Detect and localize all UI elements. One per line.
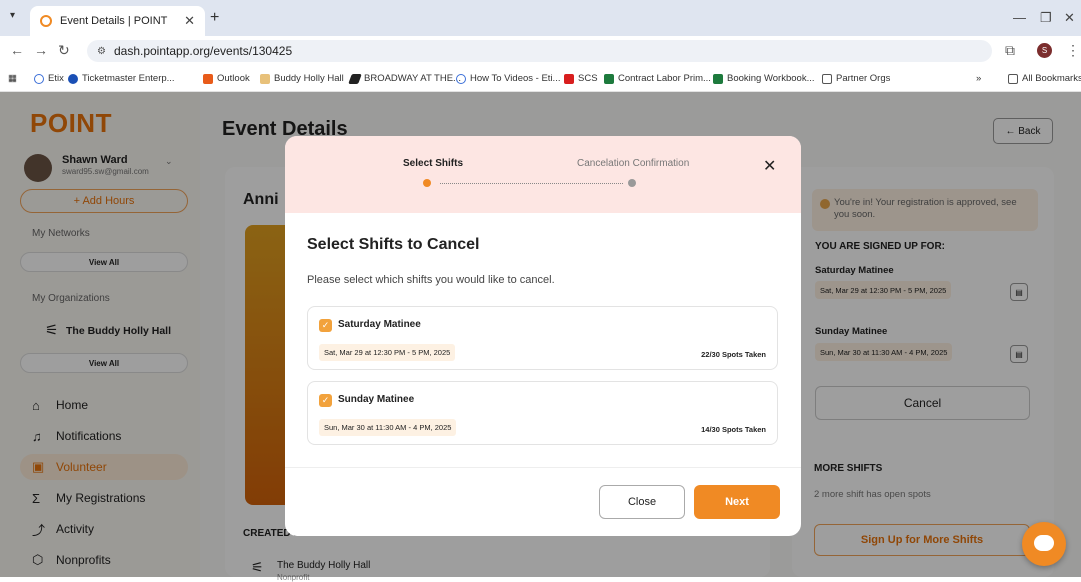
shift-date: Sun, Mar 30 at 11:30 AM - 4 PM, 2025 [319,419,457,436]
cancel-shifts-modal: Select Shifts Cancelation Confirmation ✕… [285,136,801,536]
etix-icon [456,73,466,84]
new-tab-icon[interactable]: + [210,9,219,27]
scs-icon [564,73,574,84]
restore-icon[interactable]: ❐ [1040,10,1052,26]
modal-instructions: Please select which shifts you would lik… [307,274,555,286]
modal-title: Select Shifts to Cancel [307,236,480,253]
tab-search-icon[interactable]: ▾ [10,10,15,21]
close-button[interactable]: Close [599,485,685,519]
shift-option[interactable]: ✓ Sunday Matinee Sun, Mar 30 at 11:30 AM… [307,381,778,445]
forward-arrow-icon[interactable]: → [34,42,48,58]
bookmark-etix[interactable]: Etix [34,73,64,84]
bookmark-buddy-holly[interactable]: Buddy Holly Hall [260,73,344,84]
outlook-icon [203,73,213,84]
bookmark-ticketmaster[interactable]: Ticketmaster Enterp... [68,73,175,84]
modal-divider [285,467,801,468]
bookmark-scs[interactable]: SCS [564,73,598,84]
shift-name: Saturday Matinee [338,319,421,330]
site-info-icon[interactable]: ⚙ [97,46,106,57]
bookmark-outlook[interactable]: Outlook [203,73,250,84]
sheets-icon [713,73,723,84]
step-inactive-dot [628,179,636,187]
bookmark-partner-orgs[interactable]: Partner Orgs [822,73,890,84]
minimize-icon[interactable]: — [1013,10,1026,25]
shift-name: Sunday Matinee [338,394,415,405]
bookmark-broadway[interactable]: BROADWAY AT THE... [348,73,461,84]
tab-title: Event Details | POINT [60,15,168,27]
more-menu-icon[interactable]: ⋮ [1066,42,1080,59]
chat-button[interactable] [1022,522,1066,566]
step-select-shifts: Select Shifts [403,158,464,169]
shift-spots: 22/30 Spots Taken [701,350,766,359]
url-text: dash.pointapp.org/events/130425 [113,44,293,58]
bookmarks-bar: ▦ Etix Ticketmaster Enterp... Outlook Bu… [0,64,1081,92]
browser-tab[interactable]: Event Details | POINT ✕ [30,6,205,36]
bookmark-contract-labor[interactable]: Contract Labor Prim... [604,73,711,84]
broadway-icon [348,73,362,84]
step-cancelation-confirmation: Cancelation Confirmation [577,158,690,169]
tab-favicon-icon [40,15,52,27]
profile-avatar[interactable]: S [1037,43,1052,58]
step-connector [440,183,623,184]
buddy-holly-icon [260,73,270,84]
url-field[interactable]: ⚙ dash.pointapp.org/events/130425 [87,40,992,62]
browser-tab-bar: ▾ Event Details | POINT ✕ + — ❐ ✕ [0,0,1081,36]
modal-stepper-header: Select Shifts Cancelation Confirmation ✕ [285,136,801,213]
all-bookmarks[interactable]: All Bookmarks [1008,73,1081,84]
close-icon[interactable]: ✕ [763,156,776,176]
chat-icon [1034,535,1054,551]
shift-option[interactable]: ✓ Saturday Matinee Sat, Mar 29 at 12:30 … [307,306,778,370]
reload-icon[interactable]: ↻ [58,42,70,59]
folder-icon [1008,73,1018,84]
checkbox-checked-icon[interactable]: ✓ [319,394,332,407]
next-button[interactable]: Next [694,485,780,519]
extensions-icon[interactable]: ⧉ [1005,42,1015,59]
bookmark-how-to[interactable]: How To Videos - Eti... [456,73,560,84]
folder-icon [822,73,832,84]
shift-spots: 14/30 Spots Taken [701,425,766,434]
bookmark-booking[interactable]: Booking Workbook... [713,73,814,84]
etix-icon [34,73,44,84]
bookmarks-overflow-icon[interactable]: » [976,73,981,84]
tab-close-icon[interactable]: ✕ [184,13,195,29]
step-active-dot [423,179,431,187]
apps-icon[interactable]: ▦ [8,73,17,84]
shift-date: Sat, Mar 29 at 12:30 PM - 5 PM, 2025 [319,344,456,361]
checkbox-checked-icon[interactable]: ✓ [319,319,332,332]
sheets-icon [604,73,614,84]
ticketmaster-icon [68,73,78,84]
back-arrow-icon[interactable]: ← [10,42,24,58]
window-close-icon[interactable]: ✕ [1064,10,1075,26]
